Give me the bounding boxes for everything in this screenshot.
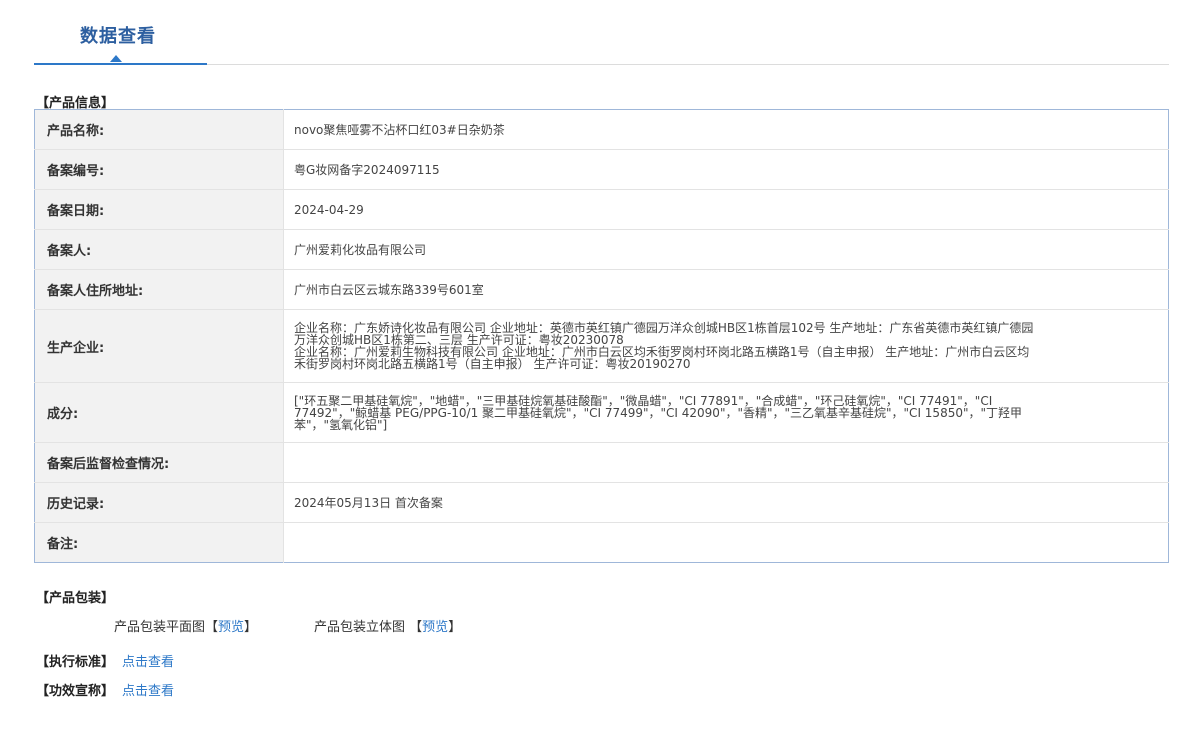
- packaging-flat-preview-link[interactable]: 预览: [218, 620, 244, 635]
- tab-active-arrow-icon: [110, 55, 122, 62]
- packaging-solid-label: 产品包装立体图: [314, 620, 406, 635]
- tab-data-view[interactable]: 数据查看: [34, 0, 207, 65]
- efficacy-row: 【功效宣称】 点击查看: [36, 680, 174, 699]
- info-row-label: 备注:: [34, 522, 284, 563]
- info-value-line: novo聚焦哑雾不沾杯口红03#日杂奶茶: [294, 122, 505, 137]
- info-row-value: [284, 523, 1169, 563]
- bracket-close: 】: [448, 620, 462, 635]
- tab-bar: 数据查看: [34, 0, 1169, 65]
- info-value-line: 粤G妆网备字2024097115: [294, 162, 440, 177]
- info-row-label: 备案人住所地址:: [34, 269, 284, 310]
- standard-row: 【执行标准】 点击查看: [36, 651, 174, 670]
- efficacy-view-link[interactable]: 点击查看: [122, 684, 174, 699]
- info-value-line: 广州爱莉化妆品有限公司: [294, 242, 427, 257]
- info-value-line: 广州市白云区云城东路339号601室: [294, 282, 484, 297]
- info-row-label: 备案后监督检查情况:: [34, 442, 284, 483]
- info-value-line: 禾街罗岗村环岗北路五横路1号（自主申报） 生产许可证：粤妆20190270: [294, 357, 691, 371]
- info-row-value: 2024-04-29: [283, 189, 1169, 230]
- tab-label: 数据查看: [80, 26, 156, 47]
- packaging-flat-item: 产品包装平面图【预览】: [114, 616, 257, 635]
- info-row: 备注:: [34, 522, 1169, 563]
- info-row-value: 企业名称：广东娇诗化妆品有限公司 企业地址：英德市英红镇广德园万洋众创城HB区1…: [283, 309, 1169, 383]
- info-row-value: ["环五聚二甲基硅氧烷"，"地蜡"，"三甲基硅烷氧基硅酸酯"，"微晶蜡"，"CI…: [283, 382, 1169, 443]
- info-row-label: 历史记录:: [34, 482, 284, 523]
- section-title-packaging: 【产品包装】: [36, 591, 115, 606]
- info-row: 备案日期: 2024-04-29: [34, 189, 1169, 230]
- bracket-open: 【: [409, 620, 423, 635]
- info-row-value: 粤G妆网备字2024097115: [283, 149, 1169, 190]
- info-row-value: 广州爱莉化妆品有限公司: [283, 229, 1169, 270]
- info-row-value: novo聚焦哑雾不沾杯口红03#日杂奶茶: [283, 109, 1169, 150]
- info-row: 产品名称: novo聚焦哑雾不沾杯口红03#日杂奶茶: [34, 109, 1169, 150]
- packaging-solid-item: 产品包装立体图 【预览】: [314, 616, 461, 635]
- packaging-flat-label: 产品包装平面图: [114, 620, 206, 635]
- info-row: 备案编号: 粤G妆网备字2024097115: [34, 149, 1169, 190]
- bracket-close: 】: [244, 620, 258, 635]
- standard-view-link[interactable]: 点击查看: [122, 655, 174, 670]
- info-row-label: 备案编号:: [34, 149, 284, 190]
- info-row-value: 广州市白云区云城东路339号601室: [283, 269, 1169, 310]
- info-row-label: 产品名称:: [34, 109, 284, 150]
- info-row: 历史记录: 2024年05月13日 首次备案: [34, 482, 1169, 523]
- standard-tag: 【执行标准】: [36, 655, 115, 670]
- info-row: 备案人住所地址: 广州市白云区云城东路339号601室: [34, 269, 1169, 310]
- info-row-label: 备案日期:: [34, 189, 284, 230]
- info-value-line: 2024-04-29: [294, 202, 364, 217]
- info-value-line: 77492"，"鲸蜡基 PEG/PPG-10/1 聚二甲基硅氧烷"，"CI 77…: [294, 405, 1023, 420]
- info-row-value: [283, 442, 1169, 483]
- info-row: 备案后监督检查情况:: [34, 442, 1169, 483]
- packaging-solid-preview-link[interactable]: 预览: [422, 620, 448, 635]
- info-row-label: 成分:: [34, 382, 284, 443]
- product-info-table: 产品名称: novo聚焦哑雾不沾杯口红03#日杂奶茶 备案编号: 粤G妆网备字2024…: [34, 109, 1169, 563]
- info-value-line: ["环五聚二甲基硅氧烷"，"地蜡"，"三甲基硅烷氧基硅酸酯"，"微晶蜡"，"CI…: [294, 393, 993, 408]
- info-row: 备案人: 广州爱莉化妆品有限公司: [34, 229, 1169, 270]
- info-row-label: 生产企业:: [34, 309, 284, 383]
- info-value-line: 苯"，"氢氧化铝"]: [294, 417, 388, 432]
- efficacy-tag: 【功效宣称】: [36, 684, 115, 699]
- bracket-open: 【: [205, 620, 219, 635]
- info-row-label: 备案人:: [34, 229, 284, 270]
- info-row: 成分: ["环五聚二甲基硅氧烷"，"地蜡"，"三甲基硅烷氧基硅酸酯"，"微晶蜡"，…: [34, 382, 1169, 443]
- info-value-line: 2024年05月13日 首次备案: [294, 495, 443, 510]
- info-row-value: 2024年05月13日 首次备案: [283, 482, 1169, 523]
- info-row: 生产企业: 企业名称：广东娇诗化妆品有限公司 企业地址：英德市英红镇广德园万洋众创…: [34, 309, 1169, 383]
